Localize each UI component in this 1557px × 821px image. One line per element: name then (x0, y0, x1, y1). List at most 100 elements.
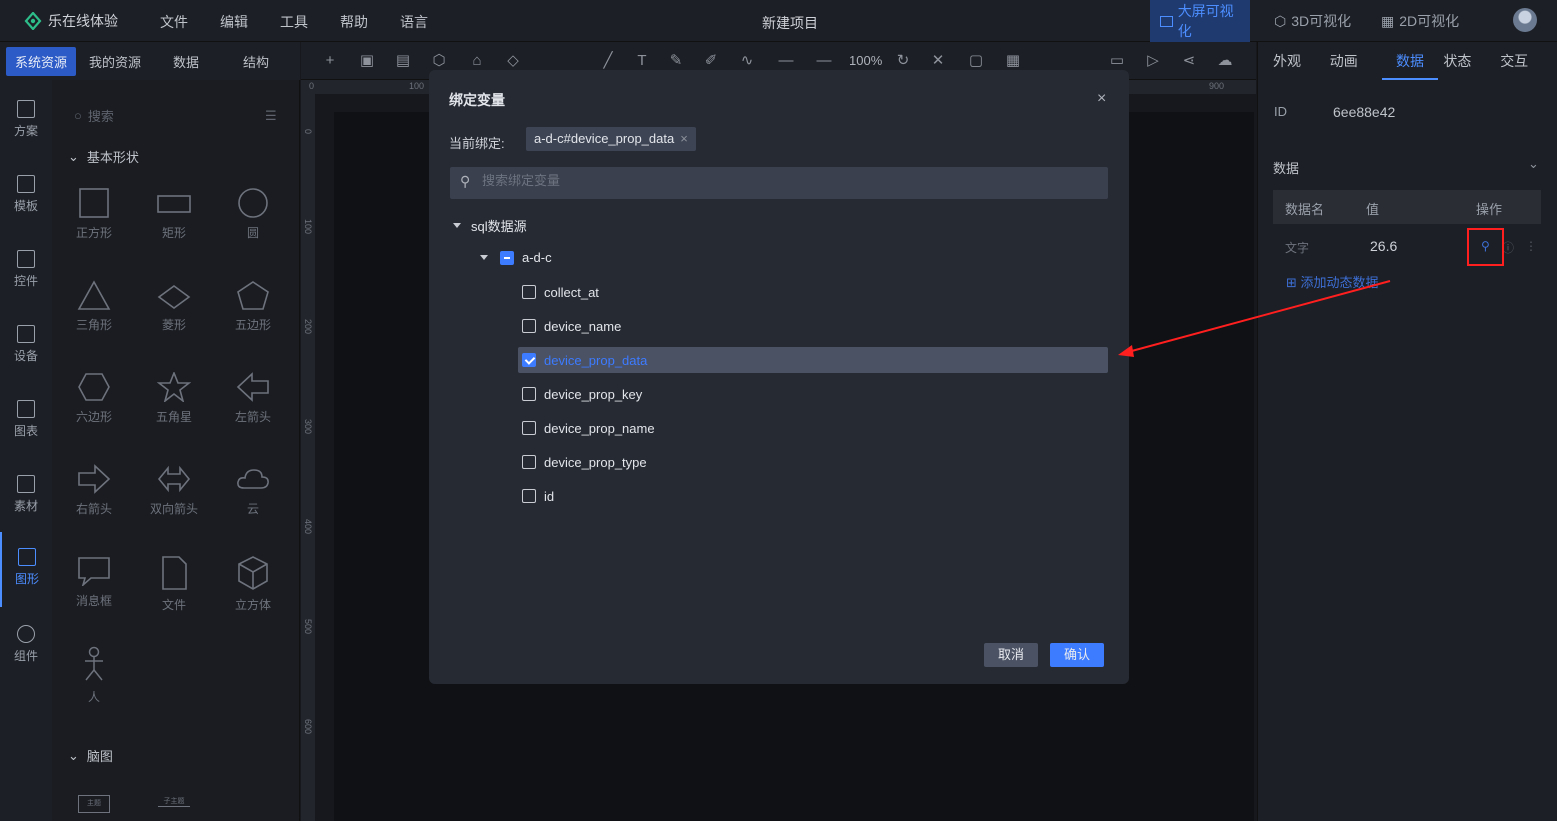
menu-file[interactable]: 文件 (160, 12, 188, 32)
sidebar-item-device[interactable]: 设备 (0, 325, 52, 385)
frame-icon[interactable]: ▢ (967, 52, 985, 70)
brain-topic[interactable]: 主题 (78, 795, 110, 813)
app-logo[interactable]: 乐在线体验 (24, 11, 118, 31)
field-device-name[interactable]: device_name (518, 313, 1108, 339)
save-icon[interactable]: ▣ (358, 52, 376, 70)
field-device-prop-data[interactable]: device_prop_data (518, 347, 1108, 373)
section-basic-shapes[interactable]: ⌄ 基本形状 (68, 147, 139, 166)
menu-edit[interactable]: 编辑 (220, 12, 248, 32)
menu-help[interactable]: 帮助 (340, 12, 368, 32)
sidebar-item-material[interactable]: 素材 (0, 475, 52, 535)
shape-left-arrow[interactable]: 左箭头 (213, 372, 293, 425)
shape-pentagon[interactable]: 五边形 (213, 280, 293, 333)
field-checkbox[interactable] (522, 421, 536, 435)
shape-triangle[interactable]: 三角形 (54, 280, 134, 333)
document-icon[interactable]: ▤ (394, 52, 412, 70)
tree-node-adc[interactable]: a-d-c (480, 250, 552, 265)
tab-data[interactable]: 数据 (164, 47, 208, 76)
eraser-icon[interactable]: ◇ (504, 52, 522, 70)
close-icon[interactable]: × (680, 131, 688, 146)
caret-down-icon[interactable] (480, 255, 488, 260)
shape-cloud[interactable]: 云 (213, 464, 293, 517)
shape-square[interactable]: 正方形 (54, 188, 134, 241)
field-checkbox[interactable] (522, 489, 536, 503)
shape-person[interactable]: 人 (54, 646, 134, 705)
tab-structure[interactable]: 结构 (234, 47, 278, 76)
share-icon[interactable]: ⋖ (1180, 52, 1198, 70)
close-icon[interactable]: × (1097, 90, 1106, 108)
layout-icon[interactable]: ▦ (1004, 52, 1022, 70)
shape-circle[interactable]: 圆 (213, 188, 293, 241)
add-dynamic-data-button[interactable]: ⊞ 添加动态数据 (1286, 272, 1379, 291)
list-icon[interactable]: ☰ (265, 108, 277, 124)
user-avatar[interactable] (1513, 8, 1537, 32)
shape-rectangle[interactable]: 矩形 (134, 188, 214, 241)
field-checkbox[interactable] (522, 285, 536, 299)
format-brush-icon[interactable]: ⌂ (468, 52, 486, 70)
dash-icon[interactable]: — (777, 52, 795, 70)
field-device-prop-name[interactable]: device_prop_name (518, 415, 1108, 441)
variable-search-input[interactable] (482, 173, 1082, 188)
text-icon[interactable]: T (633, 52, 651, 70)
shape-search[interactable]: ○ 搜索 (74, 106, 114, 125)
circle-icon (238, 188, 268, 218)
section-brain-map[interactable]: ⌄ 脑图 (68, 746, 113, 765)
viz-mode-2d[interactable]: ▦ 2D可视化 (1371, 0, 1469, 42)
sidebar-item-component[interactable]: 组件 (0, 625, 52, 685)
tab-state[interactable]: 状态 (1443, 42, 1500, 80)
cloud-icon[interactable]: ☁ (1216, 52, 1234, 70)
tab-appearance[interactable]: 外观 (1273, 42, 1330, 80)
line-icon[interactable]: ╱ (599, 52, 617, 70)
shape-diamond[interactable]: 菱形 (134, 280, 214, 333)
field-checkbox[interactable] (522, 387, 536, 401)
sidebar-item-template[interactable]: 模板 (0, 175, 52, 235)
field-checkbox[interactable] (522, 455, 536, 469)
caret-down-icon[interactable] (453, 223, 461, 228)
line-style-icon[interactable]: — (815, 52, 833, 70)
zoom-level[interactable]: 100% (849, 53, 882, 68)
chevron-down-icon[interactable]: ⌄ (1528, 156, 1539, 172)
menu-language[interactable]: 语言 (400, 12, 428, 32)
more-icon[interactable]: ⋮ (1525, 239, 1537, 253)
viz-mode-3d[interactable]: ⬡ 3D可视化 (1264, 0, 1361, 42)
tab-system-resources[interactable]: 系统资源 (6, 46, 77, 76)
shape-cube[interactable]: 立方体 (213, 556, 293, 613)
shape-right-arrow[interactable]: 右箭头 (54, 464, 134, 517)
pencil-icon[interactable]: ✎ (667, 52, 685, 70)
sidebar-item-control[interactable]: 控件 (0, 250, 52, 310)
tab-animation[interactable]: 动画 (1330, 42, 1387, 80)
viz-mode-dashboard[interactable]: 大屏可视化 (1150, 0, 1250, 42)
refresh-icon[interactable]: ↻ (894, 52, 912, 70)
menu-tools[interactable]: 工具 (280, 12, 308, 32)
shape-double-arrow[interactable]: 双向箭头 (134, 464, 214, 517)
field-id[interactable]: id (518, 483, 1108, 509)
shape-search-placeholder: 搜索 (87, 109, 114, 124)
indeterminate-checkbox[interactable] (500, 250, 514, 265)
tab-data[interactable]: 数据 (1381, 42, 1439, 80)
brain-subtopic[interactable]: 子主题 (158, 796, 190, 807)
tab-my-resources[interactable]: 我的资源 (80, 47, 150, 76)
shrink-icon[interactable]: ✕ (929, 52, 947, 70)
play-icon[interactable]: ▷ (1144, 52, 1162, 70)
field-device-prop-key[interactable]: device_prop_key (518, 381, 1108, 407)
confirm-button[interactable]: 确认 (1050, 643, 1105, 667)
hexagon-icon[interactable]: ⬡ (430, 52, 448, 70)
shape-message-box[interactable]: 消息框 (54, 556, 134, 609)
folder-icon[interactable]: ▭ (1108, 52, 1126, 70)
add-icon[interactable]: + (321, 52, 339, 70)
tab-interaction[interactable]: 交互 (1500, 42, 1557, 80)
pen-icon[interactable]: ✐ (702, 52, 720, 70)
field-checkbox[interactable] (522, 353, 536, 367)
sidebar-item-shape[interactable]: 图形 (0, 532, 52, 607)
field-collect-at[interactable]: collect_at (518, 279, 1108, 305)
field-device-prop-type[interactable]: device_prop_type (518, 449, 1108, 475)
sidebar-item-plan[interactable]: 方案 (0, 100, 52, 160)
tree-node-sql-source[interactable]: sql数据源 (453, 216, 527, 235)
sidebar-item-chart[interactable]: 图表 (0, 400, 52, 460)
curve-icon[interactable]: ∿ (738, 52, 756, 70)
shape-hexagon[interactable]: 六边形 (54, 372, 134, 425)
shape-file[interactable]: 文件 (134, 556, 214, 613)
field-checkbox[interactable] (522, 319, 536, 333)
shape-star[interactable]: 五角星 (134, 372, 214, 425)
cancel-button[interactable]: 取消 (984, 643, 1039, 667)
